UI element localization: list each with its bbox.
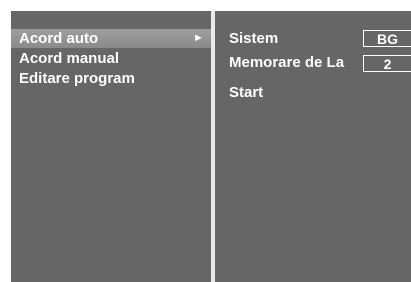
menu-item-acord-auto[interactable]: Acord auto ► — [11, 29, 211, 48]
menu-item-editare-program[interactable]: Editare program — [11, 69, 211, 88]
arrow-right-icon: ► — [193, 32, 204, 44]
menu-item-label: Acord auto — [19, 30, 99, 47]
tv-osd-menu: Acord auto ► Acord manual Editare progra… — [11, 11, 411, 282]
option-start[interactable]: Start — [229, 83, 263, 102]
panel-divider — [211, 11, 215, 282]
option-memorare-label[interactable]: Memorare de La — [229, 53, 344, 72]
option-memorare-value[interactable]: 2 — [363, 55, 411, 72]
option-sistem-label[interactable]: Sistem — [229, 29, 278, 48]
menu-item-label: Acord manual — [19, 50, 120, 67]
option-sistem-value[interactable]: BG — [363, 30, 411, 47]
menu-item-label: Editare program — [19, 70, 135, 87]
menu-item-acord-manual[interactable]: Acord manual — [11, 49, 211, 68]
